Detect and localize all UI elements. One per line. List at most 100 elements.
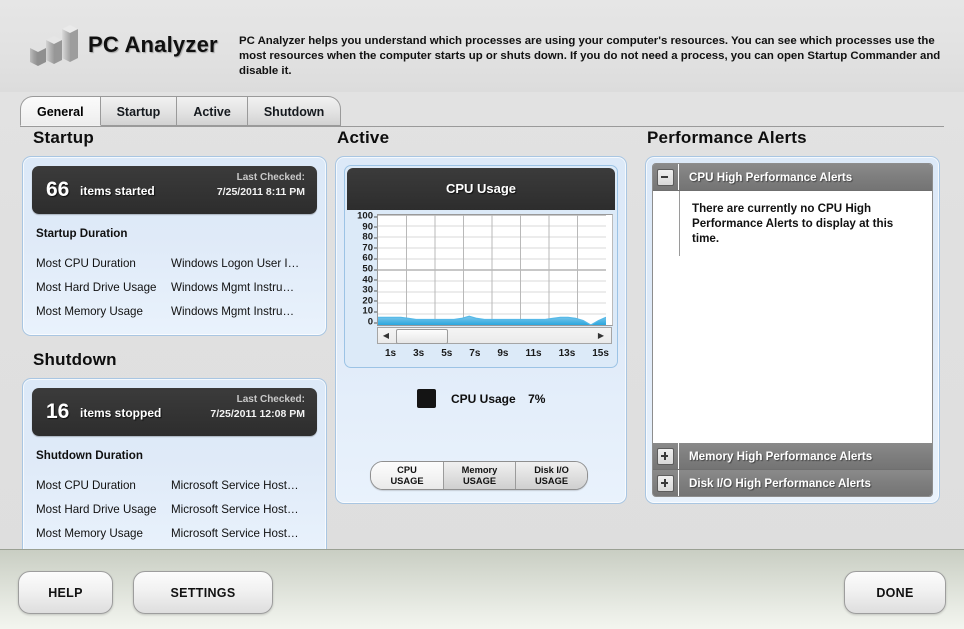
chart-x-axis: 1s 3s 5s 7s 9s 11s 13s 15s <box>377 344 613 363</box>
cpu-usage-legend: CPU Usage 7% <box>336 389 626 408</box>
y-tick-label: 10 <box>362 305 377 317</box>
alert-group-header[interactable]: Disk I/O High Performance Alerts <box>653 470 932 496</box>
tab-general[interactable]: General <box>20 96 101 126</box>
duration-row: Most CPU Duration Microsoft Service Host… <box>23 473 326 497</box>
y-tick-label: 40 <box>362 274 377 286</box>
duration-row-label: Most Memory Usage <box>36 304 143 318</box>
plus-box-icon[interactable] <box>653 470 679 496</box>
usage-button-line1: Memory <box>461 464 498 475</box>
alert-gutter <box>653 191 680 256</box>
startup-summary-bar: 66 items started Last Checked: 7/25/2011… <box>32 166 317 214</box>
startup-shutdown-column: Startup 66 items started Last Checked: 7… <box>22 128 327 558</box>
duration-row: Most Hard Drive Usage Windows Mgmt Instru… <box>23 275 326 299</box>
legend-color-swatch <box>416 389 436 408</box>
usage-mode-button-group[interactable]: CPU USAGE Memory USAGE Disk I/O USAGE <box>370 461 588 490</box>
duration-row-label: Most Memory Usage <box>36 526 143 540</box>
x-tick-label: 11s <box>525 348 542 359</box>
startup-last-checked: Last Checked: 7/25/2011 8:11 PM <box>217 172 305 198</box>
alert-group-title: Memory High Performance Alerts <box>689 449 873 463</box>
shutdown-duration-heading: Shutdown Duration <box>36 449 143 462</box>
scrollbar-thumb[interactable] <box>396 329 448 344</box>
chart-y-axis: 100 90 80 70 60 50 40 30 20 10 0 <box>347 210 378 328</box>
duration-row-value: Microsoft Service Host… <box>171 526 299 540</box>
alerts-list: CPU High Performance Alerts There are cu… <box>652 163 933 497</box>
settings-button[interactable]: SETTINGS <box>133 571 273 614</box>
duration-row-value: Windows Mgmt Instru… <box>171 304 295 318</box>
main-content: Startup 66 items started Last Checked: 7… <box>0 128 964 558</box>
triangle-left-icon[interactable]: ◀ <box>378 331 394 340</box>
active-panel: CPU Usage 100 90 80 70 60 50 40 30 20 10 0 ◀ ▶ <box>335 156 627 504</box>
performance-alerts-column: Performance Alerts CPU High Performance … <box>645 128 940 504</box>
chart-horizontal-scrollbar[interactable]: ◀ ▶ <box>377 327 612 344</box>
alert-group-header[interactable]: Memory High Performance Alerts <box>653 443 932 470</box>
alert-group-header[interactable]: CPU High Performance Alerts <box>653 164 932 191</box>
y-tick-label: 70 <box>362 242 377 254</box>
usage-button-cpu[interactable]: CPU USAGE <box>371 462 443 489</box>
startup-panel: 66 items started Last Checked: 7/25/2011… <box>22 156 327 336</box>
startup-item-count-label: items started <box>80 184 155 198</box>
legend-label: CPU Usage <box>450 391 516 406</box>
startup-last-checked-label: Last Checked: <box>236 172 305 183</box>
y-tick-label: 100 <box>357 210 377 222</box>
minus-box-icon[interactable] <box>653 164 679 190</box>
shutdown-panel: 16 items stopped Last Checked: 7/25/2011… <box>22 378 327 558</box>
tab-shutdown[interactable]: Shutdown <box>247 96 342 126</box>
app-header: PC Analyzer PC Analyzer helps you unders… <box>0 0 964 92</box>
x-tick-label: 7s <box>469 348 481 359</box>
duration-row-value: Windows Mgmt Instru… <box>171 280 295 294</box>
x-tick-label: 13s <box>558 348 576 359</box>
plus-box-icon[interactable] <box>653 443 679 469</box>
tab-startup[interactable]: Startup <box>100 96 178 126</box>
usage-button-line1: CPU <box>397 464 417 475</box>
duration-row-label: Most CPU Duration <box>36 256 136 270</box>
usage-button-line2: USAGE <box>390 475 424 486</box>
chart-plot-area <box>377 214 613 326</box>
app-title: PC Analyzer <box>88 32 218 57</box>
shutdown-summary-bar: 16 items stopped Last Checked: 7/25/2011… <box>32 388 317 436</box>
tab-bar: General Startup Active Shutdown <box>0 96 964 128</box>
y-tick-label: 20 <box>362 295 377 307</box>
cpu-usage-chart-title: CPU Usage <box>347 168 615 210</box>
y-tick-label: 90 <box>362 221 377 233</box>
duration-row: Most Memory Usage Windows Mgmt Instru… <box>23 299 326 323</box>
startup-last-checked-value: 7/25/2011 8:11 PM <box>216 186 305 198</box>
help-button[interactable]: HELP <box>18 571 113 614</box>
usage-button-line1: Disk I/O <box>534 464 569 475</box>
startup-duration-rows: Most CPU Duration Windows Logon User I… Mo… <box>23 251 326 335</box>
duration-row-label: Most Hard Drive Usage <box>36 502 157 516</box>
shutdown-last-checked-value: 7/25/2011 12:08 PM <box>210 408 305 420</box>
shutdown-duration-rows: Most CPU Duration Microsoft Service Host…… <box>23 473 326 557</box>
duration-row: Most Hard Drive Usage Microsoft Service H… <box>23 497 326 521</box>
usage-button-disk-i-o[interactable]: Disk I/O USAGE <box>515 462 587 489</box>
alert-group-title: Disk I/O High Performance Alerts <box>689 476 871 490</box>
alert-empty-message: There are currently no CPU High Performa… <box>692 202 894 245</box>
usage-button-memory[interactable]: Memory USAGE <box>443 462 515 489</box>
active-section-title: Active <box>337 128 390 147</box>
x-tick-label: 9s <box>497 348 509 359</box>
y-tick-label: 80 <box>362 231 377 243</box>
startup-item-count: 66 <box>46 178 70 201</box>
shutdown-item-count-label: items stopped <box>80 406 162 420</box>
performance-alerts-title: Performance Alerts <box>647 128 807 147</box>
footer-bar: HELP SETTINGS DONE <box>0 549 964 629</box>
alert-group-title: CPU High Performance Alerts <box>689 170 853 184</box>
pc-analyzer-window: PC Analyzer PC Analyzer helps you unders… <box>0 0 964 629</box>
done-button[interactable]: DONE <box>844 571 946 614</box>
y-tick-label: 50 <box>362 263 377 275</box>
y-tick-label: 0 <box>367 316 378 328</box>
duration-row-value: Microsoft Service Host… <box>171 502 299 516</box>
tab-active[interactable]: Active <box>177 96 248 126</box>
shutdown-section-title: Shutdown <box>33 350 117 369</box>
x-tick-label: 3s <box>413 348 425 359</box>
performance-alerts-panel: CPU High Performance Alerts There are cu… <box>645 156 940 504</box>
bar-chart-3d-icon <box>22 18 94 76</box>
duration-row-label: Most Hard Drive Usage <box>36 280 157 294</box>
duration-row-value: Windows Logon User I… <box>171 256 300 270</box>
app-description: PC Analyzer helps you understand which p… <box>239 35 941 77</box>
triangle-right-icon[interactable]: ▶ <box>593 331 609 340</box>
tab-underline <box>20 126 944 127</box>
duration-row-label: Most CPU Duration <box>36 478 136 492</box>
x-tick-label: 5s <box>441 348 453 359</box>
usage-button-line2: USAGE <box>534 475 569 486</box>
startup-duration-heading: Startup Duration <box>36 227 128 240</box>
